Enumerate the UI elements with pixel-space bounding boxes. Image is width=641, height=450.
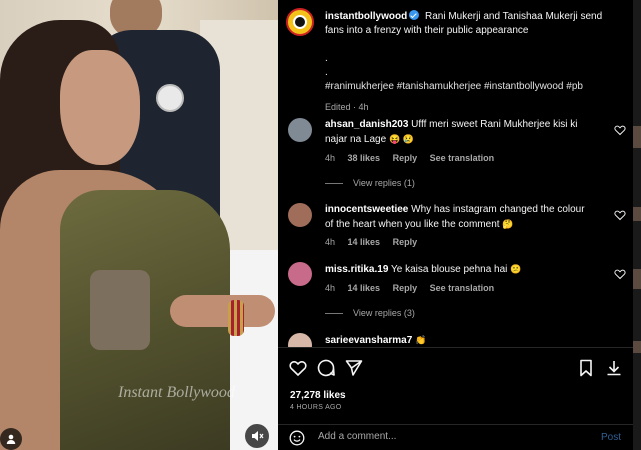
comment-item: innocentsweetiee Why has instagram chang…	[288, 203, 626, 253]
comment-likes[interactable]: 14 likes	[348, 237, 381, 247]
comment-emoji: 👏	[415, 335, 427, 345]
view-replies-button[interactable]: View replies (3)	[325, 306, 415, 320]
comment-item: ahsan_danish203 Ufff meri sweet Rani Muk…	[288, 118, 626, 193]
mute-icon	[252, 431, 264, 441]
view-replies-button[interactable]: View replies (1)	[325, 176, 415, 190]
comment-item: sarieevansharma7 👏	[288, 333, 618, 347]
caption-dot: .	[325, 67, 328, 78]
reply-button[interactable]: Reply	[393, 237, 418, 247]
view-replies-label: View replies (1)	[353, 178, 415, 188]
comment-like-heart-icon[interactable]	[614, 124, 626, 136]
comment-username[interactable]: ahsan_danish203	[325, 119, 408, 130]
reply-button[interactable]: Reply	[393, 153, 418, 163]
comment-item: miss.ritika.19 Ye kaisa blouse pehna hai…	[288, 262, 626, 327]
heart-icon[interactable]	[288, 358, 308, 378]
comment-username[interactable]: sarieevansharma7	[325, 335, 412, 346]
comment-text: Ye kaisa blouse pehna hai	[390, 264, 508, 275]
author-avatar[interactable]	[286, 8, 314, 36]
see-translation-button[interactable]: See translation	[430, 153, 495, 163]
background-page-edge	[633, 0, 641, 450]
comment-emoji: 😝 😢	[388, 134, 414, 144]
post-comment-button[interactable]: Post	[601, 432, 621, 443]
media-watermark: Instant Bollywood	[118, 384, 235, 401]
comment-time: 4h	[325, 153, 336, 163]
post-media[interactable]: Instant Bollywood	[0, 0, 278, 450]
comment-avatar[interactable]	[288, 118, 312, 142]
post-actions: 27,278 likes 4 HOURS AGO Post	[278, 347, 633, 450]
caption-hashtags[interactable]: #ranimukherjee #tanishamukherjee #instan…	[325, 80, 615, 94]
comment-emoji: 🤔	[502, 219, 514, 229]
see-translation-button[interactable]: See translation	[430, 283, 495, 293]
comment-avatar[interactable]	[288, 333, 312, 347]
mute-button[interactable]	[245, 424, 269, 448]
comment-like-heart-icon[interactable]	[614, 268, 626, 280]
download-icon[interactable]	[604, 358, 624, 378]
emoji-icon[interactable]	[289, 430, 305, 446]
add-comment-row: Post	[278, 424, 633, 450]
tagged-users-button[interactable]	[0, 428, 22, 450]
share-icon[interactable]	[344, 358, 364, 378]
comment-time: 4h	[325, 237, 336, 247]
comment-avatar[interactable]	[288, 262, 312, 286]
post-time-ago: 4 HOURS AGO	[290, 404, 342, 411]
comment-username[interactable]: innocentsweetiee	[325, 204, 408, 215]
author-username[interactable]: instantbollywood	[325, 11, 407, 22]
comment-time: 4h	[325, 283, 336, 293]
caption-dot: .	[325, 53, 328, 64]
reply-button[interactable]: Reply	[393, 283, 418, 293]
post-details-panel: instantbollywood Rani Mukerji and Tanish…	[278, 0, 633, 450]
view-replies-label: View replies (3)	[353, 308, 415, 318]
comment-username[interactable]: miss.ritika.19	[325, 264, 388, 275]
comment-like-heart-icon[interactable]	[614, 209, 626, 221]
bookmark-icon[interactable]	[576, 358, 596, 378]
user-icon	[6, 434, 16, 444]
comment-icon[interactable]	[316, 358, 336, 378]
comment-likes[interactable]: 14 likes	[348, 283, 381, 293]
comment-likes[interactable]: 38 likes	[348, 153, 381, 163]
likes-count[interactable]: 27,278 likes	[290, 390, 346, 401]
comment-avatar[interactable]	[288, 203, 312, 227]
verified-badge-icon	[409, 10, 420, 20]
caption-edited: Edited · 4h	[325, 102, 369, 112]
comment-emoji: 😕	[510, 264, 522, 274]
add-comment-input[interactable]	[318, 431, 558, 442]
